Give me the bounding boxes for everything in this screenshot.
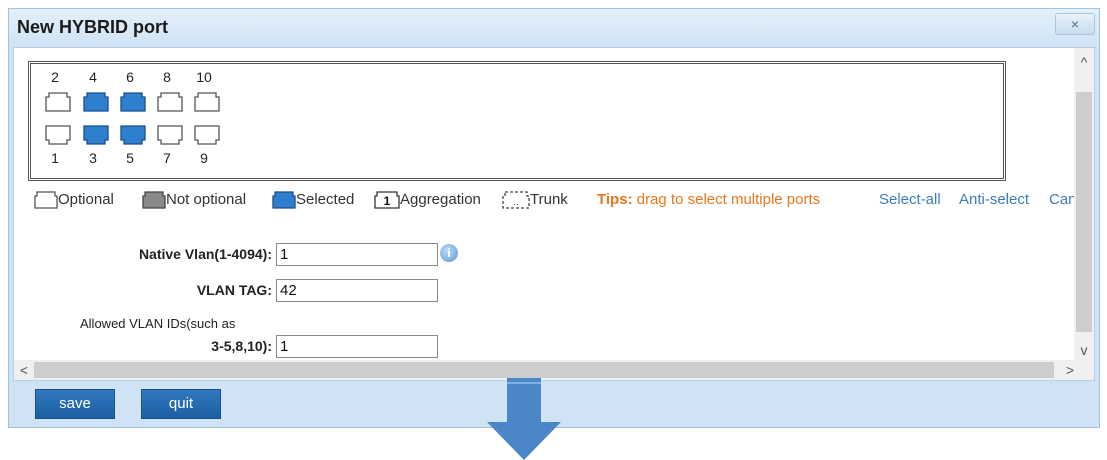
legend-selected: Selected <box>272 188 354 214</box>
hybrid-port-dialog: New HYBRID port × 2 4 6 8 10 1 3 5 7 9 Optional N… <box>8 8 1100 428</box>
dialog-titlebar: New HYBRID port × <box>9 9 1099 47</box>
allowed-vlan-input[interactable] <box>276 335 438 358</box>
svg-text:..: .. <box>513 197 519 208</box>
save-button[interactable]: save <box>35 389 115 419</box>
legend-aggregation-label: Aggregation <box>400 191 481 208</box>
legend-trunk-label: Trunk <box>530 191 568 208</box>
scroll-right-icon[interactable]: > <box>1060 360 1080 380</box>
vertical-scroll-thumb[interactable] <box>1076 92 1092 332</box>
legend-aggregation: 1 Aggregation <box>374 188 481 214</box>
legend-not-optional: Not optional <box>142 188 246 214</box>
port-1-icon[interactable] <box>45 124 71 146</box>
port-number-3: 3 <box>89 150 97 166</box>
select-all-link[interactable]: Select-all <box>879 188 941 212</box>
port-trunk-icon: .. <box>502 191 530 209</box>
port-5-icon[interactable] <box>120 124 146 146</box>
info-icon[interactable]: i <box>440 244 458 262</box>
port-6-icon[interactable] <box>120 91 146 113</box>
allowed-vlan-label: Allowed VLAN IDs(such as <box>80 316 235 331</box>
scroll-down-icon[interactable]: v <box>1074 340 1094 360</box>
dialog-content: 2 4 6 8 10 1 3 5 7 9 Optional Not optional Select… <box>13 47 1095 381</box>
tips-label: Tips: <box>597 191 633 208</box>
port-panel[interactable]: 2 4 6 8 10 1 3 5 7 9 <box>28 61 1006 181</box>
port-not-optional-icon <box>142 191 166 209</box>
native-vlan-input[interactable] <box>276 243 438 266</box>
legend-selected-label: Selected <box>296 191 355 208</box>
close-button[interactable]: × <box>1055 13 1095 35</box>
anti-select-link[interactable]: Anti-select <box>959 188 1029 212</box>
port-number-7: 7 <box>163 150 171 166</box>
vlan-tag-label: VLAN TAG: <box>196 282 272 298</box>
port-number-1: 1 <box>51 150 59 166</box>
port-number-5: 5 <box>126 150 134 166</box>
legend-optional: Optional <box>34 188 114 214</box>
port-4-icon[interactable] <box>83 91 109 113</box>
tips-text: Tips: drag to select multiple ports <box>597 188 820 212</box>
port-9-icon[interactable] <box>194 124 220 146</box>
quit-button[interactable]: quit <box>141 389 221 419</box>
legend-trunk: .. Trunk <box>502 188 568 214</box>
legend-optional-label: Optional <box>58 191 114 208</box>
port-optional-icon <box>34 191 58 209</box>
port-number-6: 6 <box>126 69 134 85</box>
horizontal-scroll-thumb[interactable] <box>34 362 1054 378</box>
port-number-8: 8 <box>163 69 171 85</box>
allowed-vlan-label-2: 3-5,8,10): <box>211 338 272 354</box>
close-icon: × <box>1070 16 1080 32</box>
horizontal-scrollbar[interactable]: < > <box>14 360 1094 380</box>
allowed-vlan-label-line1: Allowed VLAN IDs(such as <box>80 316 236 331</box>
port-aggregation-icon: 1 <box>374 191 400 209</box>
vlan-tag-input[interactable] <box>276 279 438 302</box>
port-number-10: 10 <box>196 69 212 85</box>
port-7-icon[interactable] <box>157 124 183 146</box>
tips-message: drag to select multiple ports <box>636 191 821 208</box>
port-selected-icon <box>272 191 296 209</box>
port-2-icon[interactable] <box>45 91 71 113</box>
port-legend: Optional Not optional Selected 1 Aggregat… <box>34 188 1094 214</box>
vertical-scrollbar[interactable]: ^ v <box>1074 48 1094 362</box>
native-vlan-label: Native Vlan(1-4094): <box>138 246 272 262</box>
port-number-9: 9 <box>200 150 208 166</box>
scroll-up-icon[interactable]: ^ <box>1074 52 1094 72</box>
port-3-icon[interactable] <box>83 124 109 146</box>
aggregation-number: 1 <box>384 194 391 208</box>
port-number-4: 4 <box>89 69 97 85</box>
scroll-left-icon[interactable]: < <box>14 360 34 380</box>
port-8-icon[interactable] <box>157 91 183 113</box>
port-10-icon[interactable] <box>194 91 220 113</box>
down-arrow-icon <box>487 378 561 460</box>
dialog-title: New HYBRID port <box>17 17 169 37</box>
port-number-2: 2 <box>51 69 59 85</box>
legend-not-optional-label: Not optional <box>166 191 247 208</box>
